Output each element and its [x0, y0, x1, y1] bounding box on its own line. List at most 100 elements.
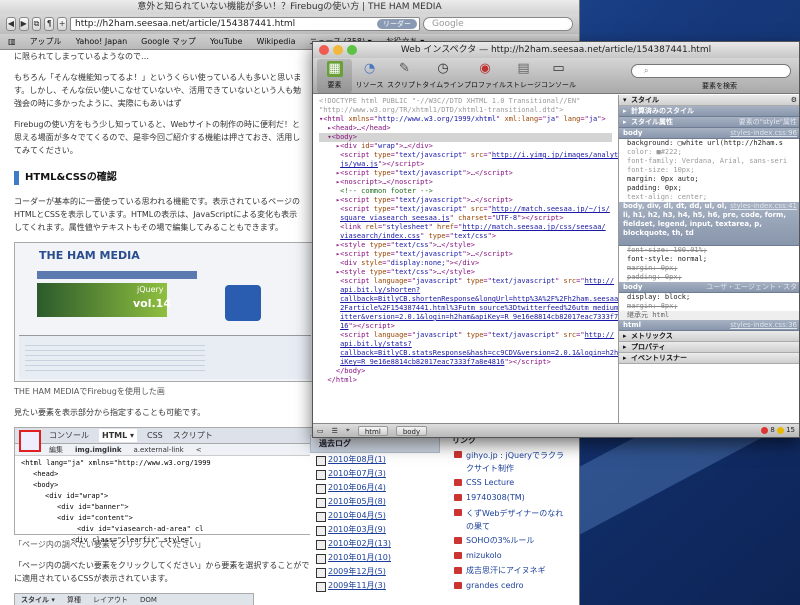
blog-link[interactable]: CSS Lecture	[452, 475, 567, 490]
archive-link[interactable]: 2010年03月(9)	[310, 523, 440, 537]
inspector-toolbar: ▦ 要素 ◔ リソース ✎ スクリプト ◷ タイムライン ◉ プロファイル ▤ ストレージ …	[313, 58, 799, 94]
bookmarks-icon[interactable]: ▥	[8, 37, 16, 46]
element-search-input[interactable]: ⌕	[631, 64, 791, 78]
blog-link[interactable]: mizukolo	[452, 548, 567, 563]
tab-console[interactable]: ▭ コンソール	[541, 59, 576, 93]
inspector-title: Web インスペクタ — http://h2ham.seesaa.net/art…	[313, 42, 799, 58]
style-property[interactable]: color: ■#222;	[619, 148, 799, 157]
inspect-element-icon[interactable]: ⌖	[346, 426, 350, 435]
console-toggle-icon[interactable]: ☰	[332, 427, 338, 435]
search-input[interactable]: Google	[422, 17, 573, 31]
bookmark-item[interactable]: アップル	[30, 36, 62, 47]
blog-link[interactable]: SOHOの3%ルール	[452, 533, 567, 548]
close-button[interactable]	[319, 45, 329, 55]
archive-link[interactable]: 2010年08月(1)	[310, 453, 440, 467]
reader-button[interactable]: リーダー	[376, 19, 417, 29]
event-listeners-header[interactable]: ▸ イベントリスナー	[619, 353, 799, 364]
add-bookmark-button[interactable]: +	[57, 17, 67, 31]
archive-link[interactable]: 2010年07月(3)	[310, 467, 440, 481]
styles-header[interactable]: ▾ スタイル ⚙	[619, 95, 799, 106]
fb-tab: CSS	[147, 431, 163, 440]
blog-link[interactable]: くずWebデザイナーのなれの果て	[452, 505, 567, 533]
style-attribute-header[interactable]: ▸ スタイル属性 要素の"style"属性	[619, 117, 799, 128]
style-property[interactable]: text-align: center;	[619, 193, 799, 202]
error-warning-count[interactable]: 8 15	[761, 426, 795, 434]
url-field[interactable]: http://h2ham.seesaa.net/article/15438744…	[69, 17, 420, 31]
tab-resources[interactable]: ◔ リソース	[352, 59, 387, 93]
dock-icon[interactable]: ▭	[317, 427, 324, 435]
archive-link[interactable]: 2010年01月(10)	[310, 551, 440, 565]
warning-icon	[777, 426, 785, 434]
tab-elements[interactable]: ▦ 要素	[317, 59, 352, 93]
bookmark-item[interactable]: Yahoo! Japan	[76, 37, 128, 46]
tab-profiles[interactable]: ◉ プロファイル	[464, 59, 506, 93]
inspector-statusbar: ▭ ☰ ⌖ html body 8 15	[313, 423, 799, 437]
browser-title: 意外と知られていない機能が多い！？Firebugの使い方 | THE HAM M…	[0, 0, 579, 14]
properties-header[interactable]: ▸ プロパティ	[619, 342, 799, 353]
style-property[interactable]: display: block;	[619, 293, 799, 302]
elements-icon: ▦	[326, 61, 343, 77]
blog-link[interactable]: 成吉思汗にアイヌネギ	[452, 563, 567, 578]
fb-tab: スクリプト	[172, 431, 213, 440]
archive-link[interactable]: 2010年05月(8)	[310, 495, 440, 509]
forward-button[interactable]: ▶	[18, 17, 29, 31]
archive-link[interactable]: 2010年02月(13)	[310, 537, 440, 551]
bookmark-icon[interactable]: ⧉	[31, 17, 42, 31]
style-property[interactable]: font-size: 100.01%;	[619, 246, 799, 255]
style-property[interactable]: margin: 8px;	[619, 302, 799, 311]
zoom-button[interactable]	[347, 45, 357, 55]
inspect-icon	[19, 430, 41, 452]
timeline-icon: ◷	[437, 61, 449, 76]
breadcrumb-html[interactable]: html	[357, 425, 388, 436]
archive-link[interactable]: 2009年11月(3)	[310, 579, 440, 593]
style-property[interactable]: padding: 0px;	[619, 184, 799, 193]
error-icon	[761, 426, 769, 434]
inherited-label: 継承元 html	[619, 311, 799, 320]
bookmark-item[interactable]: Google マップ	[141, 36, 196, 47]
minimize-button[interactable]	[333, 45, 343, 55]
firebug-icon[interactable]: ¶	[44, 17, 55, 31]
style-property[interactable]: font-family: Verdana, Arial, sans-seri	[619, 157, 799, 166]
breadcrumb-body[interactable]: body	[395, 425, 428, 436]
style-property[interactable]: background: ▢white url(http://h2ham.s	[619, 139, 799, 148]
style-rule-header[interactable]: styles-index.css:41 body, div, dl, dt, dd…	[619, 202, 799, 246]
style-rule-header[interactable]: body styles-index.css:96	[619, 128, 799, 139]
archive-link[interactable]: 2010年06月(4)	[310, 481, 440, 495]
style-property[interactable]: margin: 0px auto;	[619, 175, 799, 184]
fb-bottom-tab: レイアウト	[92, 596, 128, 604]
bookmark-item[interactable]: YouTube	[210, 37, 243, 46]
dom-tree[interactable]: <!DOCTYPE html PUBLIC "-//W3C//DTD XHTML…	[313, 95, 618, 425]
screenshot-image: THE HAM MEDIA vol.14 jQuery	[14, 242, 314, 382]
screenshot-logo: THE HAM MEDIA	[39, 249, 140, 262]
computed-style-header[interactable]: ▸ 計算済みのスタイル	[619, 106, 799, 117]
fb-bottom-tab: 算種	[66, 596, 81, 604]
inspector-title-text: Web インスペクタ — http://h2ham.seesaa.net/art…	[400, 45, 712, 55]
style-rule-header[interactable]: body ユーザ・エージェント・スタ	[619, 282, 799, 293]
archive-link[interactable]: 2010年04月(5)	[310, 509, 440, 523]
fb-bottom-tab: スタイル ▾	[21, 596, 55, 604]
bookmark-item[interactable]: Wikipedia	[256, 37, 295, 46]
fb-line: <html lang="ja" xmlns="http://www.w3.org…	[21, 459, 211, 467]
search-label: 要素を検索	[702, 82, 737, 90]
tab-storage[interactable]: ▤ ストレージ	[506, 59, 541, 93]
fb-bottom-tab: DOM	[139, 596, 157, 604]
article-paragraph: Firebugの使い方をもう少し知っていると、Webサイトの制作の時に便利だ！と…	[14, 120, 301, 155]
gear-icon[interactable]: ⚙	[791, 95, 797, 105]
style-rule-header[interactable]: html styles-index.css:36	[619, 320, 799, 331]
fb-sub: img.imglink	[75, 446, 122, 454]
fb-line: <div id="banner">	[57, 503, 129, 511]
rss-icon	[225, 285, 261, 321]
fb-tab: コンソール	[49, 431, 89, 440]
blog-link[interactable]: grandes cedro	[452, 578, 567, 593]
back-button[interactable]: ◀	[6, 17, 16, 31]
tab-scripts[interactable]: ✎ スクリプト	[387, 59, 422, 93]
style-property[interactable]: padding: 0px;	[619, 273, 799, 282]
archive-link[interactable]: 2009年12月(5)	[310, 565, 440, 579]
style-property[interactable]: margin: 0px;	[619, 264, 799, 273]
metrics-header[interactable]: ▸ メトリックス	[619, 331, 799, 342]
style-property[interactable]: font-style: normal;	[619, 255, 799, 264]
style-property[interactable]: font-size: 10px;	[619, 166, 799, 175]
blog-link[interactable]: gihyo.jp : jQueryでラクラクサイト制作	[452, 447, 567, 475]
tab-timeline[interactable]: ◷ タイムライン	[422, 59, 464, 93]
blog-link[interactable]: 19740308(TM)	[452, 490, 567, 505]
